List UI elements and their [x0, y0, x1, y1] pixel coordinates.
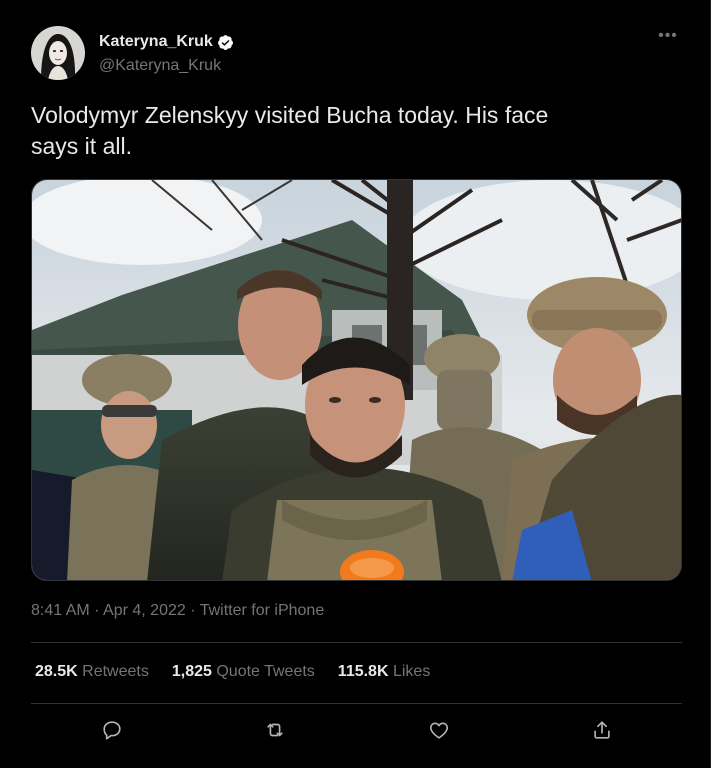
meta-separator: · [185, 602, 200, 619]
tweet-source[interactable]: Twitter for iPhone [200, 602, 325, 619]
stat-likes[interactable]: 115.8K Likes [338, 663, 431, 681]
avatar-image [31, 26, 85, 80]
more-options-icon[interactable]: ••• [656, 28, 680, 48]
meta-separator: · [89, 602, 104, 619]
reply-icon[interactable] [98, 716, 126, 744]
avatar[interactable] [31, 26, 85, 80]
like-icon[interactable] [425, 716, 453, 744]
tweet-time[interactable]: 8:41 AM [31, 602, 90, 619]
stat-label: Likes [392, 663, 431, 680]
tweet-actions [31, 716, 682, 748]
author-names: Kateryna_Kruk @Kateryna_Kruk [99, 32, 234, 75]
verified-badge-icon [217, 34, 233, 50]
display-name[interactable]: Kateryna_Kruk [99, 33, 213, 51]
divider [31, 703, 682, 704]
tweet-date[interactable]: Apr 4, 2022 [103, 602, 186, 619]
tweet-meta: 8:41 AM · Apr 4, 2022 · Twitter for iPho… [31, 602, 324, 620]
tweet-photo[interactable] [31, 179, 682, 581]
share-icon[interactable] [588, 716, 616, 744]
tweet-detail: Kateryna_Kruk @Kateryna_Kruk ••• Volodym… [0, 0, 711, 768]
stat-value: 1,825 [171, 663, 212, 680]
author-handle[interactable]: @Kateryna_Kruk [99, 57, 234, 75]
tweet-text: Volodymyr Zelenskyy visited Bucha today.… [31, 102, 549, 159]
stat-retweets[interactable]: 28.5K Retweets [35, 663, 149, 681]
tweet-stats: 28.5K Retweets 1,825 Quote Tweets 115.8K… [35, 663, 453, 681]
tweet-header: Kateryna_Kruk @Kateryna_Kruk ••• [31, 26, 680, 86]
stat-value: 28.5K [35, 663, 78, 680]
photo-image [32, 180, 681, 580]
display-name-row: Kateryna_Kruk [99, 32, 234, 52]
divider [31, 642, 682, 643]
retweet-icon[interactable] [261, 716, 289, 744]
stat-label: Quote Tweets [216, 663, 315, 680]
stat-quote-tweets[interactable]: 1,825 Quote Tweets [172, 663, 315, 681]
stat-label: Retweets [82, 663, 149, 680]
stat-value: 115.8K [337, 663, 389, 680]
